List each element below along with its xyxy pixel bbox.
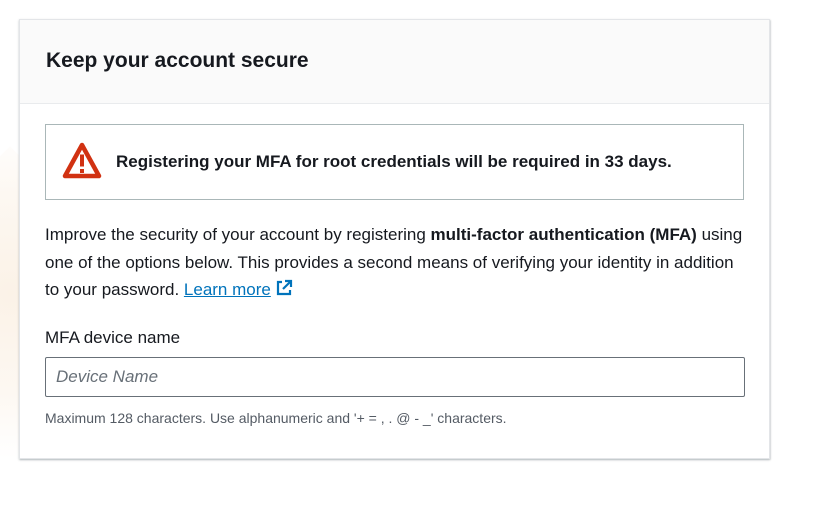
learn-more-label: Learn more — [183, 280, 271, 299]
card-header: Keep your account secure — [20, 20, 769, 104]
description-bold: multi-factor authentication (MFA) — [430, 225, 697, 244]
card-title: Keep your account secure — [46, 48, 309, 72]
warning-triangle-icon — [62, 142, 102, 182]
mfa-device-name-hint: Maximum 128 characters. Use alphanumeric… — [45, 409, 507, 426]
description-text-1: Improve the security of your account by … — [45, 225, 431, 244]
mfa-card: Keep your account secure Registering you… — [19, 19, 770, 459]
alert-message: Registering your MFA for root credential… — [116, 152, 672, 171]
mfa-device-name-label: MFA device name — [45, 327, 181, 347]
mfa-device-name-input[interactable] — [45, 356, 745, 397]
card-body: Registering your MFA for root credential… — [20, 104, 769, 426]
description: Improve the security of your account by … — [45, 221, 745, 306]
external-link-icon — [275, 278, 293, 306]
warning-alert: Registering your MFA for root credential… — [45, 124, 744, 200]
learn-more-link[interactable]: Learn more — [183, 279, 293, 299]
